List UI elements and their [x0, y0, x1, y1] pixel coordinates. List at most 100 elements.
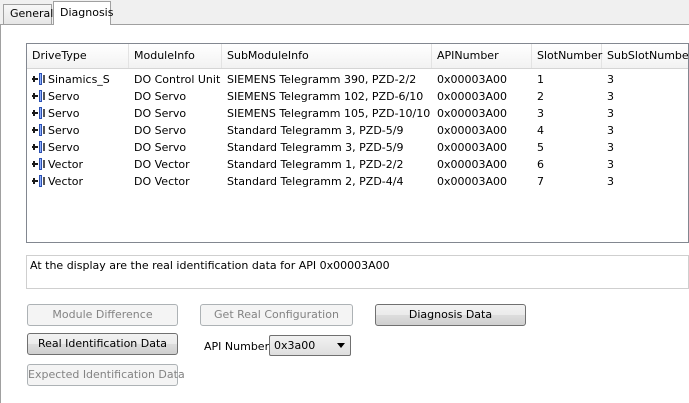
- cell-drivetype: Vector: [27, 173, 129, 190]
- drive-icon: [32, 107, 46, 119]
- cell-subslotnumber: 3: [602, 71, 688, 88]
- status-message: At the display are the real identificati…: [26, 255, 689, 289]
- cell-text: Sinamics_S: [48, 73, 110, 86]
- cell-text: Servo: [48, 141, 80, 154]
- cell-apinumber: 0x00003A00: [432, 122, 532, 139]
- cell-subslotnumber: 3: [602, 156, 688, 173]
- cell-submoduleinfo: SIEMENS Telegramm 105, PZD-10/10: [222, 105, 432, 122]
- cell-submoduleinfo: Standard Telegramm 1, PZD-2/2: [222, 156, 432, 173]
- grid-header: DriveType ModuleInfo SubModuleInfo APINu…: [27, 44, 688, 69]
- cell-text: 0x00003A00: [437, 158, 508, 171]
- cell-text: 1: [537, 73, 544, 86]
- column-header-drivetype[interactable]: DriveType: [27, 44, 129, 68]
- cell-slotnumber: 2: [532, 88, 602, 105]
- cell-text: 3: [607, 90, 614, 103]
- cell-text: 3: [607, 141, 614, 154]
- cell-apinumber: 0x00003A00: [432, 88, 532, 105]
- cell-subslotnumber: 3: [602, 105, 688, 122]
- cell-text: 3: [607, 158, 614, 171]
- cell-text: 0x00003A00: [437, 175, 508, 188]
- cell-drivetype: Sinamics_S: [27, 71, 129, 88]
- cell-moduleinfo: DO Servo: [129, 139, 222, 156]
- cell-text: Vector: [48, 158, 84, 171]
- api-number-select[interactable]: 0x3a00: [269, 335, 351, 356]
- cell-text: Standard Telegramm 2, PZD-4/4: [227, 175, 404, 188]
- cell-submoduleinfo: Standard Telegramm 3, PZD-5/9: [222, 122, 432, 139]
- table-row[interactable]: Servo DO Servo SIEMENS Telegramm 102, PZD-…: [27, 88, 688, 105]
- drive-icon: [32, 124, 46, 136]
- drive-icon: [32, 175, 46, 187]
- column-header-submoduleinfo[interactable]: SubModuleInfo: [222, 44, 432, 68]
- table-row[interactable]: Vector DO Vector Standard Telegramm 2, PZD…: [27, 173, 688, 190]
- diagnosis-data-button[interactable]: Diagnosis Data: [375, 304, 526, 326]
- cell-submoduleinfo: SIEMENS Telegramm 390, PZD-2/2: [222, 71, 432, 88]
- get-real-configuration-button[interactable]: Get Real Configuration: [200, 304, 353, 326]
- real-identification-data-button[interactable]: Real Identification Data: [27, 333, 178, 355]
- cell-subslotnumber: 3: [602, 122, 688, 139]
- drive-icon: [32, 73, 46, 85]
- api-number-label: API Number: [204, 340, 270, 353]
- cell-slotnumber: 3: [532, 105, 602, 122]
- cell-submoduleinfo: Standard Telegramm 3, PZD-5/9: [222, 139, 432, 156]
- cell-slotnumber: 6: [532, 156, 602, 173]
- cell-slotnumber: 5: [532, 139, 602, 156]
- module-difference-button[interactable]: Module Difference: [27, 304, 178, 326]
- cell-text: SIEMENS Telegramm 105, PZD-10/10: [227, 107, 431, 120]
- cell-subslotnumber: 3: [602, 139, 688, 156]
- cell-slotnumber: 4: [532, 122, 602, 139]
- cell-text: 4: [537, 124, 544, 137]
- cell-submoduleinfo: Standard Telegramm 2, PZD-4/4: [222, 173, 432, 190]
- drive-icon: [32, 90, 46, 102]
- cell-text: 6: [537, 158, 544, 171]
- cell-text: DO Vector: [134, 175, 190, 188]
- table-row[interactable]: Servo DO Servo Standard Telegramm 3, PZD-5…: [27, 139, 688, 156]
- cell-text: DO Servo: [134, 141, 187, 154]
- cell-drivetype: Servo: [27, 88, 129, 105]
- diagnosis-grid[interactable]: DriveType ModuleInfo SubModuleInfo APINu…: [26, 43, 689, 243]
- column-header-slotnumber[interactable]: SlotNumber: [532, 44, 602, 68]
- cell-text: 0x00003A00: [437, 141, 508, 154]
- cell-apinumber: 0x00003A00: [432, 71, 532, 88]
- cell-moduleinfo: DO Servo: [129, 122, 222, 139]
- cell-text: Servo: [48, 124, 80, 137]
- cell-text: Servo: [48, 90, 80, 103]
- cell-moduleinfo: DO Vector: [129, 156, 222, 173]
- column-header-subslotnumber[interactable]: SubSlotNumber: [602, 44, 688, 68]
- table-row[interactable]: Vector DO Vector Standard Telegramm 1, PZD…: [27, 156, 688, 173]
- cell-text: DO Servo: [134, 124, 187, 137]
- cell-drivetype: Vector: [27, 156, 129, 173]
- tab-diagnosis[interactable]: Diagnosis: [53, 1, 113, 25]
- cell-text: 0x00003A00: [437, 73, 508, 86]
- expected-identification-data-button[interactable]: Expected Identification Data: [27, 364, 185, 386]
- cell-moduleinfo: DO Vector: [129, 173, 222, 190]
- cell-subslotnumber: 3: [602, 88, 688, 105]
- table-row[interactable]: Servo DO Servo Standard Telegramm 3, PZD-5…: [27, 122, 688, 139]
- cell-text: 3: [607, 175, 614, 188]
- column-header-apinumber[interactable]: APINumber: [432, 44, 532, 68]
- cell-text: 3: [607, 107, 614, 120]
- tab-general[interactable]: General: [3, 4, 53, 24]
- cell-text: Vector: [48, 175, 84, 188]
- cell-submoduleinfo: SIEMENS Telegramm 102, PZD-6/10: [222, 88, 432, 105]
- cell-text: Servo: [48, 107, 80, 120]
- cell-drivetype: Servo: [27, 105, 129, 122]
- cell-slotnumber: 1: [532, 71, 602, 88]
- cell-text: DO Servo: [134, 90, 187, 103]
- cell-moduleinfo: DO Servo: [129, 105, 222, 122]
- cell-text: Standard Telegramm 3, PZD-5/9: [227, 141, 404, 154]
- cell-text: DO Control Unit: [134, 73, 221, 86]
- table-row[interactable]: Servo DO Servo SIEMENS Telegramm 105, PZD-…: [27, 105, 688, 122]
- column-header-moduleinfo[interactable]: ModuleInfo: [129, 44, 222, 68]
- cell-text: 3: [607, 124, 614, 137]
- cell-text: 3: [537, 107, 544, 120]
- cell-text: Standard Telegramm 3, PZD-5/9: [227, 124, 404, 137]
- table-row[interactable]: Sinamics_S DO Control Unit SIEMENS Telegra…: [27, 71, 688, 88]
- cell-text: 2: [537, 90, 544, 103]
- tab-strip: General Diagnosis: [0, 0, 689, 25]
- cell-moduleinfo: DO Servo: [129, 88, 222, 105]
- cell-subslotnumber: 3: [602, 173, 688, 190]
- cell-moduleinfo: DO Control Unit: [129, 71, 222, 88]
- cell-text: 0x00003A00: [437, 107, 508, 120]
- cell-text: DO Vector: [134, 158, 190, 171]
- drive-icon: [32, 158, 46, 170]
